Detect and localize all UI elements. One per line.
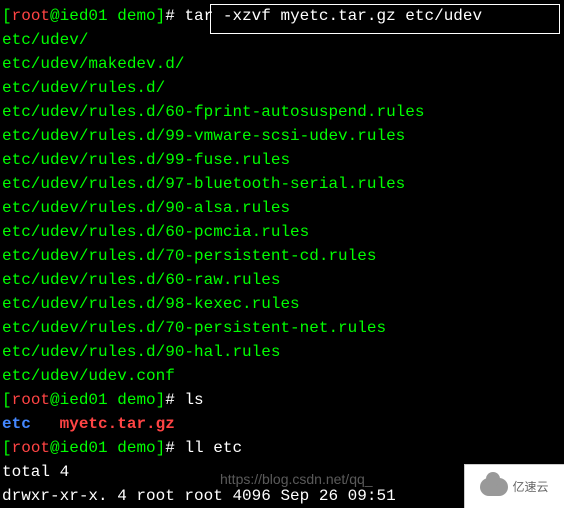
prompt-hash: # xyxy=(165,7,184,25)
extract-line: etc/udev/ xyxy=(2,28,562,52)
prompt-at: @ xyxy=(50,7,60,25)
cloud-icon xyxy=(480,478,508,496)
command-tar[interactable]: tar -xzvf myetc.tar.gz etc/udev xyxy=(184,7,482,25)
ls-output-line: etc myetc.tar.gz xyxy=(2,412,562,436)
command-ll[interactable]: ll etc xyxy=(184,439,242,457)
extract-line: etc/udev/rules.d/ xyxy=(2,76,562,100)
logo-badge: 亿速云 xyxy=(464,464,564,508)
prompt-user: root xyxy=(12,7,50,25)
prompt-line-2: [root@ied01 demo]# ls xyxy=(2,388,562,412)
extract-line: etc/udev/rules.d/98-kexec.rules xyxy=(2,292,562,316)
bracket-close: ] xyxy=(156,7,166,25)
extract-line: etc/udev/rules.d/99-fuse.rules xyxy=(2,148,562,172)
extract-line: etc/udev/rules.d/90-hal.rules xyxy=(2,340,562,364)
prompt-path: demo xyxy=(117,7,155,25)
prompt-host: ied01 xyxy=(60,7,118,25)
extract-line: etc/udev/rules.d/97-bluetooth-serial.rul… xyxy=(2,172,562,196)
bracket-open: [ xyxy=(2,7,12,25)
extract-line: etc/udev/rules.d/99-vmware-scsi-udev.rul… xyxy=(2,124,562,148)
extract-line: etc/udev/rules.d/60-fprint-autosuspend.r… xyxy=(2,100,562,124)
extract-line: etc/udev/makedev.d/ xyxy=(2,52,562,76)
archive-entry: myetc.tar.gz xyxy=(60,415,175,433)
logo-text: 亿速云 xyxy=(512,478,548,496)
command-ls[interactable]: ls xyxy=(184,391,203,409)
terminal-output: [root@ied01 demo]# tar -xzvf myetc.tar.g… xyxy=(2,4,562,508)
extract-line: etc/udev/rules.d/70-persistent-net.rules xyxy=(2,316,562,340)
extract-line: etc/udev/rules.d/60-pcmcia.rules xyxy=(2,220,562,244)
prompt-line-3: [root@ied01 demo]# ll etc xyxy=(2,436,562,460)
extract-line: etc/udev/udev.conf xyxy=(2,364,562,388)
dir-entry: etc xyxy=(2,415,31,433)
watermark-url: https://blog.csdn.net/qq_ xyxy=(220,469,373,490)
prompt-line-1: [root@ied01 demo]# tar -xzvf myetc.tar.g… xyxy=(2,4,562,28)
extract-line: etc/udev/rules.d/70-persistent-cd.rules xyxy=(2,244,562,268)
extract-line: etc/udev/rules.d/60-raw.rules xyxy=(2,268,562,292)
extract-line: etc/udev/rules.d/90-alsa.rules xyxy=(2,196,562,220)
